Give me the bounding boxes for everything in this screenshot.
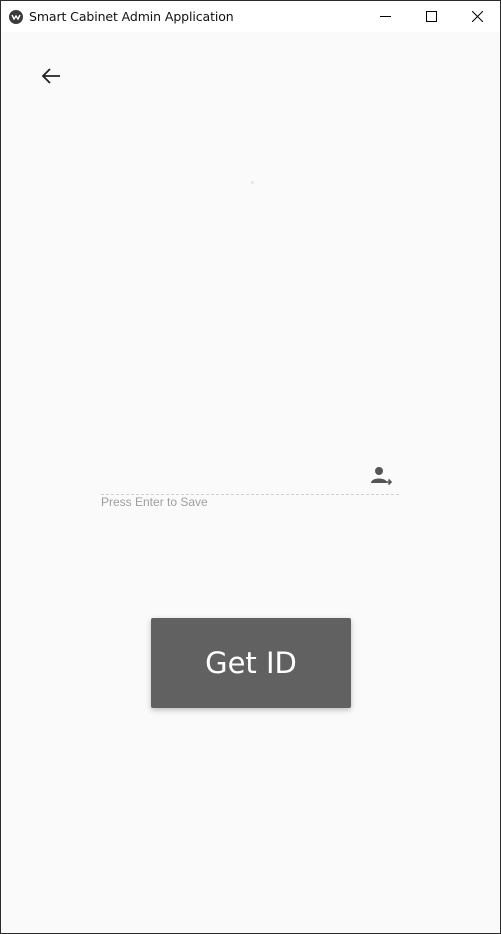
id-input[interactable] [101, 461, 361, 491]
minimize-icon [379, 11, 391, 22]
title-bar[interactable]: Smart Cabinet Admin Application [1, 1, 500, 32]
close-button[interactable] [454, 1, 500, 32]
maximize-button[interactable] [408, 1, 454, 32]
close-icon [471, 11, 483, 22]
app-window: Smart Cabinet Admin Application Press En… [0, 0, 501, 934]
app-logo-icon [9, 9, 23, 24]
minimize-button[interactable] [362, 1, 408, 32]
id-field[interactable] [101, 461, 399, 495]
arrow-left-icon [41, 67, 61, 89]
account-arrow-right-icon[interactable] [369, 465, 393, 487]
window-title: Smart Cabinet Admin Application [29, 9, 234, 24]
get-id-button[interactable]: Get ID [151, 618, 351, 708]
window-controls [362, 1, 500, 32]
helper-text: Press Enter to Save [101, 495, 208, 509]
loading-indicator [251, 181, 254, 184]
maximize-icon [425, 11, 437, 22]
back-button[interactable] [37, 64, 65, 92]
